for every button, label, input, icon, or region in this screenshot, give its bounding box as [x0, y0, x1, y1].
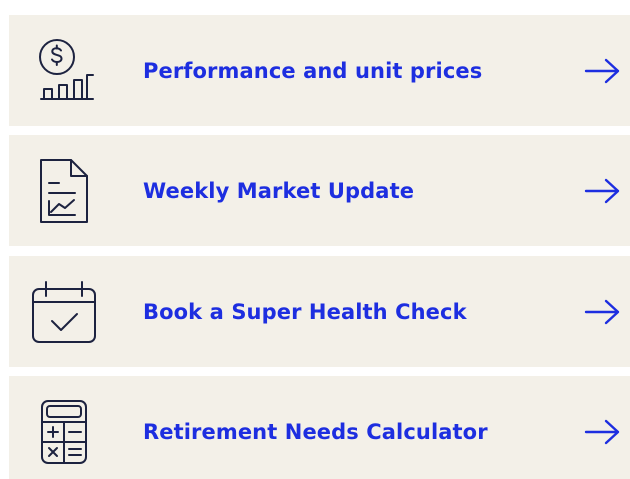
- link-label: Weekly Market Update: [143, 178, 415, 203]
- link-label: Retirement Needs Calculator: [143, 419, 488, 444]
- calendar-check-icon: [29, 278, 97, 346]
- quick-links-list: Performance and unit prices Weekly Marke…: [0, 0, 630, 479]
- document-chart-icon: [29, 157, 97, 225]
- arrow-right-icon: [582, 297, 622, 327]
- link-card-retirement-calculator[interactable]: Retirement Needs Calculator: [9, 376, 630, 479]
- link-card-performance[interactable]: Performance and unit prices: [9, 15, 630, 126]
- link-card-super-health-check[interactable]: Book a Super Health Check: [9, 256, 630, 367]
- arrow-right-icon: [582, 176, 622, 206]
- arrow-right-icon: [582, 56, 622, 86]
- arrow-right-icon: [582, 417, 622, 447]
- calculator-icon: [29, 398, 97, 466]
- link-card-weekly-market-update[interactable]: Weekly Market Update: [9, 135, 630, 246]
- dollar-bar-chart-icon: [29, 37, 97, 105]
- link-label: Book a Super Health Check: [143, 299, 467, 324]
- link-label: Performance and unit prices: [143, 58, 483, 83]
